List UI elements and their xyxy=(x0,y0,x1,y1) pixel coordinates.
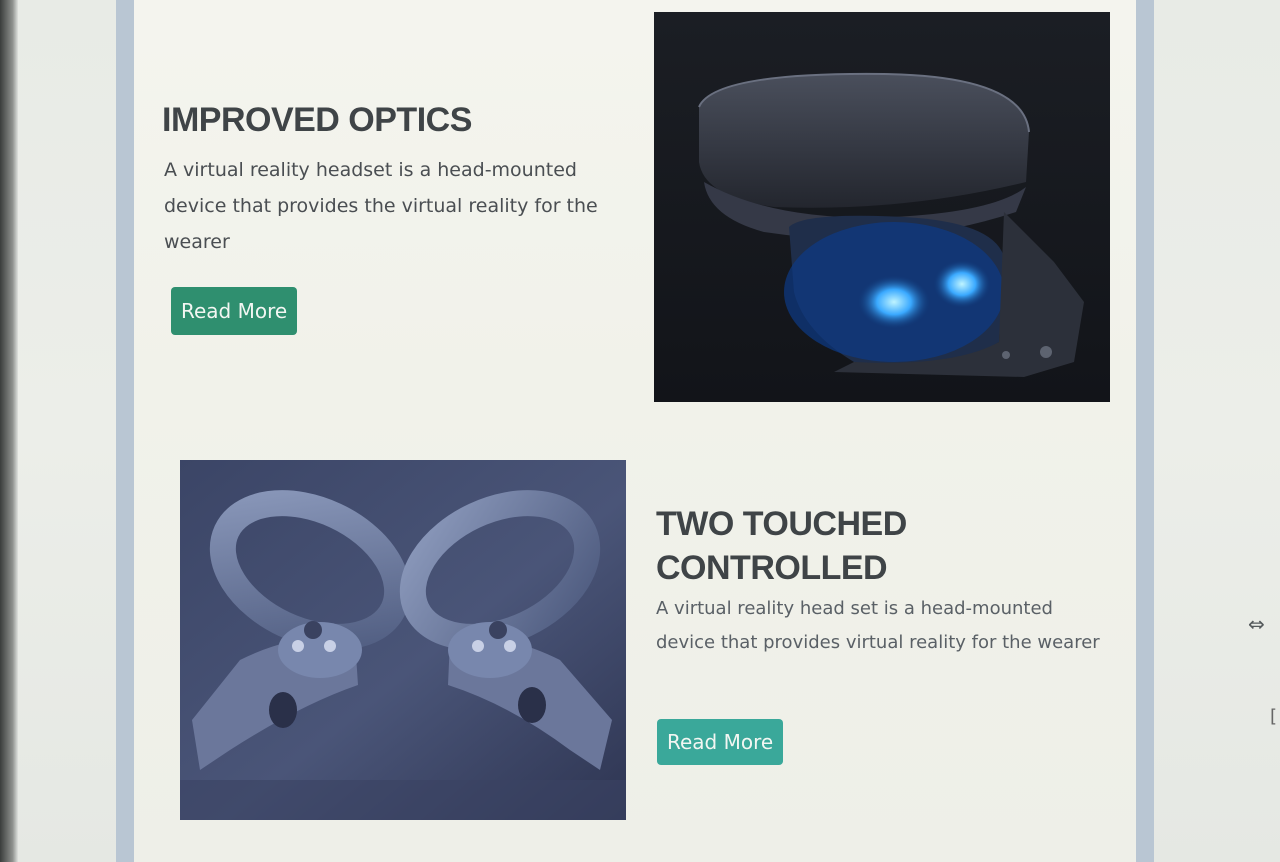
read-more-button-controllers[interactable]: Read More xyxy=(657,719,784,765)
bracket-icon: [ xyxy=(1270,706,1278,727)
section-title-improved-optics: IMPROVED OPTICS xyxy=(162,101,472,139)
monitor-bezel xyxy=(0,0,18,862)
section-description-improved-optics: A virtual reality headset is a head-moun… xyxy=(164,159,598,253)
vr-controllers-image xyxy=(180,460,626,820)
vr-headset-image xyxy=(654,12,1110,402)
section-description-two-touched-controlled: A virtual reality head set is a head-mou… xyxy=(656,598,1100,653)
screen: IMPROVED OPTICS A virtual reality headse… xyxy=(0,0,1280,862)
read-more-button-optics[interactable]: Read More xyxy=(171,287,298,335)
resize-horizontal-icon: ⇔ xyxy=(1248,612,1265,636)
section-title-two-touched-controlled: TWO TOUCHED CONTROLLED xyxy=(656,505,907,587)
